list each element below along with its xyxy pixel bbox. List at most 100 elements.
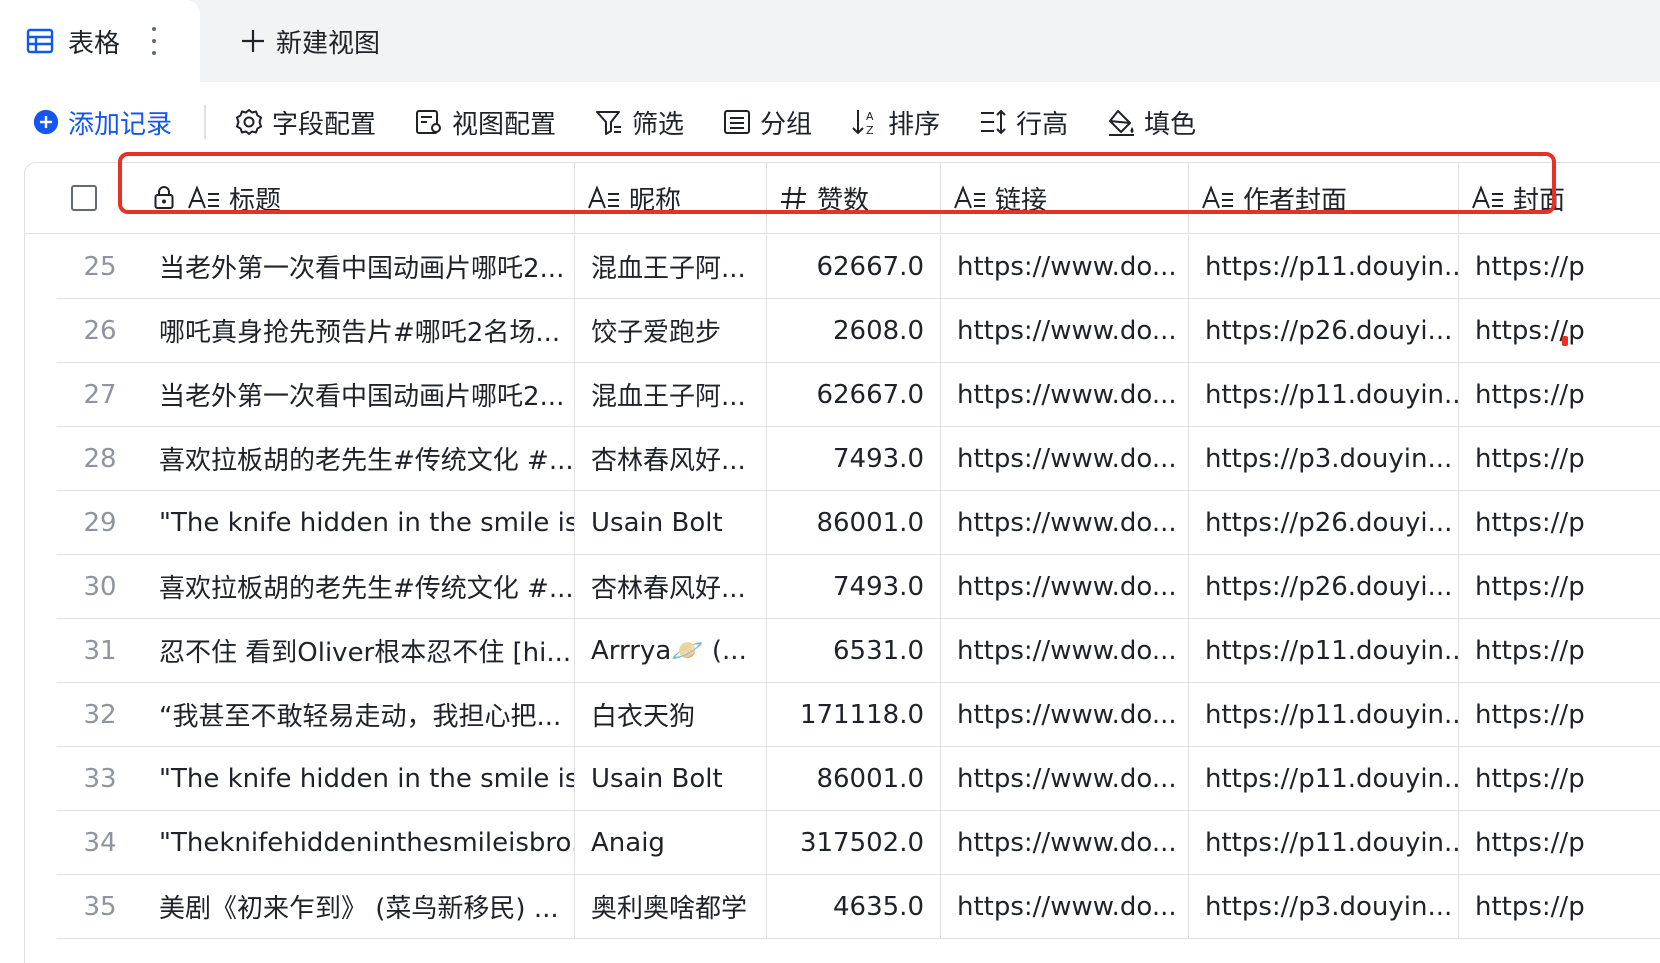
filter-button[interactable]: 筛选 [594,100,684,144]
column-header-link[interactable]: 链接 [941,163,1189,233]
cell-author-cover[interactable]: https://p3.douyin... [1189,875,1459,938]
new-view-button[interactable]: 新建视图 [240,0,380,82]
cell-nickname[interactable]: Usain Bolt [575,491,767,554]
cell-author-cover[interactable]: https://p11.douyin... [1189,811,1459,874]
cell-cover[interactable]: https://p [1459,811,1660,874]
cell-title[interactable]: 当老外第一次看中国动画片哪吒2... [143,235,575,298]
cell-nickname[interactable]: 杏林春风好... [575,555,767,618]
cell-nickname[interactable]: 奥利奥啥都学 [575,875,767,938]
table-row[interactable]: 29 "The knife hidden in the smile is... Us… [57,491,1660,555]
cell-link[interactable]: https://www.do... [941,555,1189,618]
column-header-nickname[interactable]: 昵称 [575,163,767,233]
cell-likes[interactable]: 7493.0 [767,555,941,618]
cell-cover[interactable]: https://p [1459,875,1660,938]
cell-cover[interactable]: https://p [1459,747,1660,810]
add-record-label: 添加记录 [68,109,173,140]
cell-author-cover[interactable]: https://p11.douyin... [1189,619,1459,682]
select-all-checkbox[interactable] [71,185,97,211]
cell-cover[interactable]: https://p [1459,555,1660,618]
cell-title[interactable]: 当老外第一次看中国动画片哪吒2... [143,363,575,426]
table-row[interactable]: 31 忍不住 看到Oliver根本忍不住 [hi... Arrrya🪐 (... 65… [57,619,1660,683]
cell-title[interactable]: "The knife hidden in the smile is... [143,747,575,810]
sort-button[interactable]: A Z 排序 [850,100,940,144]
table-row[interactable]: 30 喜欢拉板胡的老先生#传统文化 #... 杏林春风好... 7493.0 https… [57,555,1660,619]
fill-color-button[interactable]: 填色 [1106,100,1196,144]
cell-link[interactable]: https://www.do... [941,427,1189,490]
table-row[interactable]: 35 美剧《初来乍到》 (菜鸟新移民) ... 奥利奥啥都学 4635.0 https:… [57,875,1660,939]
cell-author-cover[interactable]: https://p11.douyin... [1189,683,1459,746]
cell-nickname[interactable]: 饺子爱跑步 [575,299,767,362]
column-header-title[interactable]: 标题 [143,163,575,233]
cell-cover[interactable]: https://p [1459,363,1660,426]
vertical-dots-icon[interactable] [150,27,158,55]
cell-cover[interactable]: https://p [1459,619,1660,682]
table-row[interactable]: 32 “我甚至不敢轻易走动，我担心把... 白衣天狗 171118.0 https://… [57,683,1660,747]
cell-link[interactable]: https://www.do... [941,619,1189,682]
cell-title[interactable]: 忍不住 看到Oliver根本忍不住 [hi... [143,619,575,682]
cell-title[interactable]: "Theknifehiddeninthesmileisbro... [143,811,575,874]
cell-cover[interactable]: https://p [1459,427,1660,490]
table-row[interactable]: 25 当老外第一次看中国动画片哪吒2... 混血王子阿... 62667.0 https… [57,235,1660,299]
cell-author-cover[interactable]: https://p26.douyi... [1189,299,1459,362]
cell-likes[interactable]: 86001.0 [767,747,941,810]
cell-title[interactable]: “我甚至不敢轻易走动，我担心把... [143,683,575,746]
cell-nickname[interactable]: 杏林春风好... [575,427,767,490]
table-row[interactable]: 34 "Theknifehiddeninthesmileisbro... Anaig… [57,811,1660,875]
tab-table[interactable]: 表格 [0,0,200,82]
cell-likes[interactable]: 4635.0 [767,875,941,938]
cell-cover[interactable]: https://p [1459,491,1660,554]
cell-likes[interactable]: 62667.0 [767,235,941,298]
table-row[interactable]: 28 喜欢拉板胡的老先生#传统文化 #... 杏林春风好... 7493.0 https… [57,427,1660,491]
cell-title[interactable]: 喜欢拉板胡的老先生#传统文化 #... [143,427,575,490]
cell-author-cover[interactable]: https://p3.douyin... [1189,427,1459,490]
cell-likes[interactable]: 171118.0 [767,683,941,746]
cell-nickname[interactable]: Anaig [575,811,767,874]
cell-link[interactable]: https://www.do... [941,811,1189,874]
cell-title[interactable]: 喜欢拉板胡的老先生#传统文化 #... [143,555,575,618]
table-row[interactable]: 27 当老外第一次看中国动画片哪吒2... 混血王子阿... 62667.0 https… [57,363,1660,427]
row-number: 35 [83,891,117,922]
table-row[interactable]: 33 "The knife hidden in the smile is... Us… [57,747,1660,811]
cell-link[interactable]: https://www.do... [941,747,1189,810]
cell-link[interactable]: https://www.do... [941,235,1189,298]
column-header-likes[interactable]: 赞数 [767,163,941,233]
column-header-cover[interactable]: 封面 [1459,163,1660,233]
table-row[interactable]: 26 哪吒真身抢先预告片#哪吒2名场... 饺子爱跑步 2608.0 https://w… [57,299,1660,363]
row-height-button[interactable]: 行高 [978,100,1068,144]
svg-text:A: A [866,110,874,123]
cell-link[interactable]: https://www.do... [941,491,1189,554]
cell-author-cover[interactable]: https://p26.douyi... [1189,555,1459,618]
cell-link[interactable]: https://www.do... [941,299,1189,362]
cell-author-cover[interactable]: https://p11.douyin... [1189,747,1459,810]
cell-cover[interactable]: https://p [1459,683,1660,746]
cell-title[interactable]: 美剧《初来乍到》 (菜鸟新移民) ... [143,875,575,938]
cell-title[interactable]: "The knife hidden in the smile is... [143,491,575,554]
cell-link[interactable]: https://www.do... [941,363,1189,426]
cell-nickname[interactable]: Arrrya🪐 (... [575,619,767,682]
cell-cover[interactable]: https://p [1459,235,1660,298]
cell-author-cover[interactable]: https://p11.douyin... [1189,363,1459,426]
cell-likes[interactable]: 2608.0 [767,299,941,362]
cell-nickname[interactable]: 白衣天狗 [575,683,767,746]
cell-cover[interactable]: https://p [1459,299,1660,362]
cell-author-cover[interactable]: https://p26.douyi... [1189,491,1459,554]
cell-nickname[interactable]: 混血王子阿... [575,235,767,298]
cell-likes[interactable]: 6531.0 [767,619,941,682]
cell-likes[interactable]: 7493.0 [767,427,941,490]
view-config-button[interactable]: 视图配置 [414,100,556,144]
cell-likes[interactable]: 86001.0 [767,491,941,554]
cell-nickname[interactable]: 混血王子阿... [575,363,767,426]
field-config-button[interactable]: 字段配置 [234,100,376,144]
cell-link[interactable]: https://www.do... [941,875,1189,938]
cell-likes[interactable]: 317502.0 [767,811,941,874]
column-header-author-cover[interactable]: 作者封面 [1189,163,1459,233]
cell-author-cover[interactable]: https://p11.douyin... [1189,235,1459,298]
cell-nickname[interactable]: Usain Bolt [575,747,767,810]
cell-likes[interactable]: 62667.0 [767,363,941,426]
group-button[interactable]: 分组 [722,100,812,144]
cell-link[interactable]: https://www.do... [941,683,1189,746]
cell-title[interactable]: 哪吒真身抢先预告片#哪吒2名场... [143,299,575,362]
text-field-icon [1472,185,1503,209]
select-all-cell[interactable] [25,163,143,233]
add-record-button[interactable]: 添加记录 [32,100,172,144]
